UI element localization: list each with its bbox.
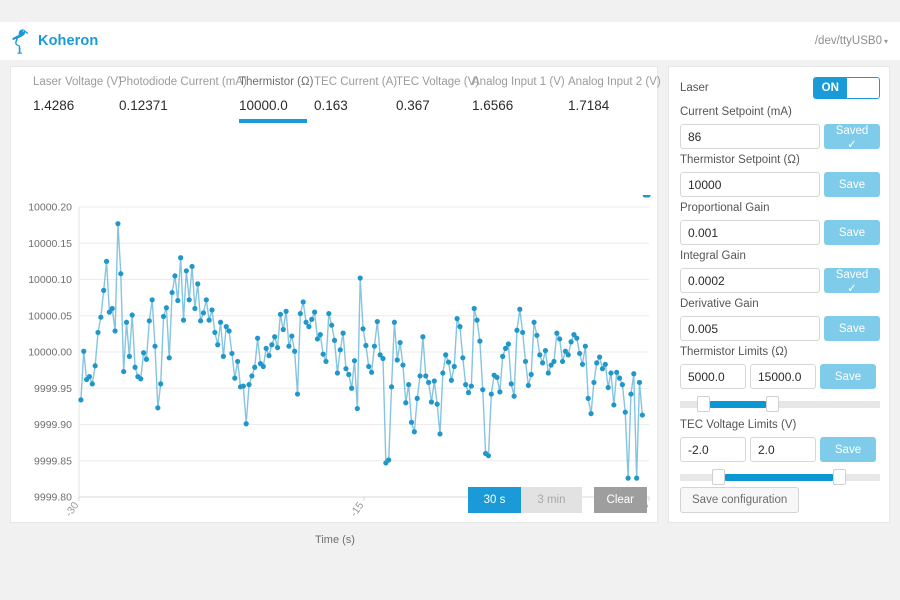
thermistor-setpoint-input[interactable] bbox=[680, 172, 820, 197]
tec-voltage-limits-save-button[interactable]: Save bbox=[820, 437, 876, 462]
metric-tab-label: TEC Voltage (V) bbox=[396, 76, 480, 88]
app-root: Koheron /dev/ttyUSB0 ▾ Laser Voltage (V) 1… bbox=[0, 0, 900, 600]
time-range-group: 30 s 3 min bbox=[467, 487, 582, 513]
metric-tab-value: 1.6566 bbox=[472, 98, 514, 113]
proportional-gain-save-button[interactable]: Save bbox=[824, 220, 880, 245]
thermistor-slider-handle-high[interactable] bbox=[766, 396, 780, 412]
tec-slider-handle-high[interactable] bbox=[833, 469, 847, 485]
svg-text:10000.10: 10000.10 bbox=[28, 274, 72, 286]
thermistor-limits-save-button[interactable]: Save bbox=[820, 364, 876, 389]
proportional-gain-label: Proportional Gain bbox=[680, 202, 770, 214]
range-3min-button[interactable]: 3 min bbox=[521, 487, 582, 513]
clear-button[interactable]: Clear bbox=[593, 487, 647, 513]
metric-tab-value: 0.367 bbox=[396, 98, 430, 113]
thermistor-limit-min-input[interactable] bbox=[680, 364, 746, 389]
svg-text:10000.15: 10000.15 bbox=[28, 238, 72, 250]
chevron-down-icon: ▾ bbox=[883, 37, 888, 46]
current-setpoint-save-button[interactable]: Saved ✓ bbox=[824, 124, 880, 151]
integral-gain-label: Integral Gain bbox=[680, 250, 746, 262]
metric-tab-5[interactable]: Analog Input 1 (V) 1.6566 bbox=[472, 75, 565, 114]
proportional-gain-control: Proportional Gain Save bbox=[680, 201, 880, 245]
thermistor-limits-label: Thermistor Limits (Ω) bbox=[680, 346, 788, 358]
thermistor-setpoint-save-button[interactable]: Save bbox=[824, 172, 880, 197]
chart-panel: Laser Voltage (V) 1.4286 Photodiode Curren… bbox=[10, 66, 661, 546]
laser-label: Laser bbox=[680, 82, 709, 94]
brand-name: Koheron bbox=[38, 33, 99, 49]
metric-tab-6[interactable]: Analog Input 2 (V) 1.7184 bbox=[568, 75, 661, 114]
app-header: Koheron /dev/ttyUSB0 ▾ bbox=[0, 22, 900, 60]
laser-toggle[interactable]: ON bbox=[813, 77, 880, 99]
svg-text:10000.00: 10000.00 bbox=[28, 347, 72, 359]
metric-tab-label: Thermistor (Ω) bbox=[239, 76, 314, 88]
svg-text:9999.95: 9999.95 bbox=[34, 383, 72, 395]
metric-tab-value: 10000.0 bbox=[239, 98, 288, 113]
metric-tab-underline bbox=[239, 119, 307, 123]
tec-slider-handle-low[interactable] bbox=[711, 469, 725, 485]
chart-controls: 30 s 3 min Clear bbox=[11, 485, 659, 515]
metric-tab-value: 1.4286 bbox=[33, 98, 75, 113]
tec-voltage-limit-max-input[interactable] bbox=[750, 437, 816, 462]
settings-panel: Laser ON Current Setpoint (mA) Saved ✓ T… bbox=[668, 66, 890, 523]
derivative-gain-save-button[interactable]: Save bbox=[824, 316, 880, 341]
tec-voltage-limits-control: TEC Voltage Limits (V) Save bbox=[680, 418, 880, 485]
svg-text:10000.20: 10000.20 bbox=[28, 202, 72, 214]
metric-tab-4[interactable]: TEC Voltage (V) 0.367 bbox=[396, 75, 479, 114]
integral-gain-control: Integral Gain Saved ✓ bbox=[680, 249, 880, 295]
current-setpoint-control: Current Setpoint (mA) Saved ✓ bbox=[680, 105, 880, 151]
laser-toggle-knob bbox=[846, 78, 879, 98]
thermistor-limits-slider[interactable] bbox=[680, 396, 880, 412]
metric-tab-0[interactable]: Laser Voltage (V) 1.4286 bbox=[33, 75, 122, 114]
tec-voltage-limits-slider[interactable] bbox=[680, 469, 880, 485]
metric-tab-3[interactable]: TEC Current (A) 0.163 bbox=[314, 75, 397, 114]
metric-tab-label: TEC Current (A) bbox=[314, 76, 398, 88]
laser-control: Laser ON bbox=[680, 77, 880, 99]
integral-gain-input[interactable] bbox=[680, 268, 820, 293]
metric-tab-2[interactable]: Thermistor (Ω) 10000.0 bbox=[239, 75, 314, 123]
derivative-gain-label: Derivative Gain bbox=[680, 298, 759, 310]
thermistor-setpoint-label: Thermistor Setpoint (Ω) bbox=[680, 154, 800, 166]
chart-svg: 10000.20 10000.15 10000.10 10000.05 10000.00… bbox=[28, 195, 652, 519]
thermistor-slider-handle-low[interactable] bbox=[696, 396, 710, 412]
metric-tab-value: 0.163 bbox=[314, 98, 348, 113]
metric-tab-label: Photodiode Current (mA) bbox=[119, 76, 247, 88]
metric-tab-label: Analog Input 1 (V) bbox=[472, 76, 565, 88]
svg-text:10000.05: 10000.05 bbox=[28, 310, 72, 322]
current-setpoint-label: Current Setpoint (mA) bbox=[680, 106, 792, 118]
range-30s-button[interactable]: 30 s bbox=[467, 487, 522, 513]
thermistor-setpoint-control: Thermistor Setpoint (Ω) Save bbox=[680, 153, 880, 197]
tec-voltage-limit-min-input[interactable] bbox=[680, 437, 746, 462]
device-selector-label: /dev/ttyUSB0 bbox=[814, 35, 882, 47]
metric-tabs: Laser Voltage (V) 1.4286 Photodiode Curren… bbox=[11, 75, 661, 125]
current-setpoint-input[interactable] bbox=[680, 124, 820, 149]
integral-gain-save-button[interactable]: Saved ✓ bbox=[824, 268, 880, 295]
tec-voltage-limits-label: TEC Voltage Limits (V) bbox=[680, 419, 797, 431]
derivative-gain-input[interactable] bbox=[680, 316, 820, 341]
brand: Koheron bbox=[10, 28, 98, 54]
thermistor-limits-control: Thermistor Limits (Ω) Save bbox=[680, 345, 880, 412]
metric-tab-value: 0.12371 bbox=[119, 98, 168, 113]
thermistor-limit-max-input[interactable] bbox=[750, 364, 816, 389]
metric-tab-1[interactable]: Photodiode Current (mA) 0.12371 bbox=[119, 75, 247, 114]
derivative-gain-control: Derivative Gain Save bbox=[680, 297, 880, 341]
metric-tab-value: 1.7184 bbox=[568, 98, 610, 113]
device-selector[interactable]: /dev/ttyUSB0 ▾ bbox=[815, 35, 888, 47]
save-configuration-button[interactable]: Save configuration bbox=[680, 487, 800, 513]
metric-tab-label: Analog Input 2 (V) bbox=[568, 76, 661, 88]
laser-toggle-state: ON bbox=[814, 78, 847, 98]
svg-text:9999.85: 9999.85 bbox=[34, 455, 72, 467]
svg-text:9999.90: 9999.90 bbox=[34, 419, 72, 431]
heron-bird-icon bbox=[12, 29, 29, 54]
chart-xaxis-label: Time (s) bbox=[315, 534, 355, 546]
tec-slider-fill bbox=[724, 474, 834, 481]
proportional-gain-input[interactable] bbox=[680, 220, 820, 245]
metric-tab-label: Laser Voltage (V) bbox=[33, 76, 122, 88]
thermistor-slider-fill bbox=[709, 401, 767, 408]
